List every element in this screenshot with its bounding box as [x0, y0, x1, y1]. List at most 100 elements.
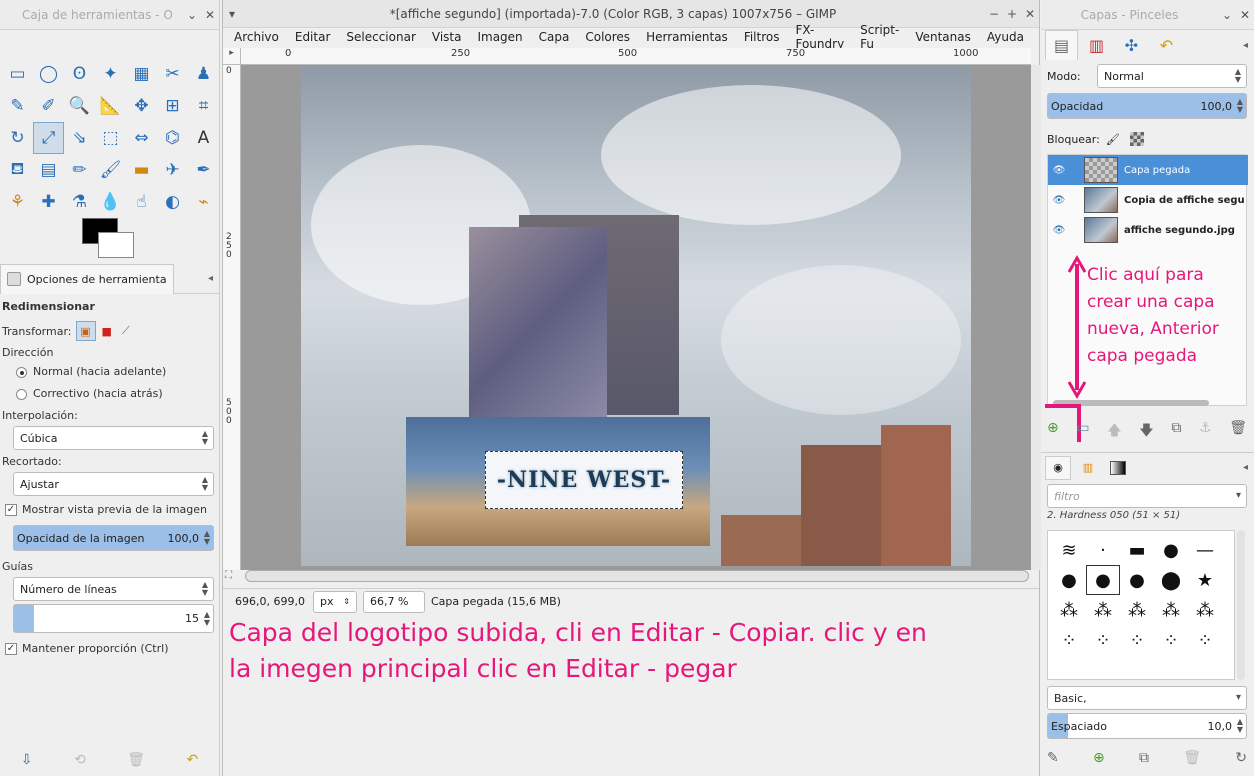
brush-preview[interactable]: ≋ — [1052, 535, 1086, 565]
brush-preview[interactable]: — — [1188, 535, 1222, 565]
duplicate-brush-icon[interactable]: ⧉ — [1139, 750, 1149, 766]
layer-row[interactable]: 👁 Copia de affiche segu — [1048, 185, 1248, 215]
visibility-eye-icon[interactable]: 👁 — [1048, 225, 1070, 236]
menu-ayuda[interactable]: Ayuda — [987, 30, 1024, 44]
preview-checkbox[interactable]: ✓ Mostrar vista previa de la imagen — [5, 503, 207, 516]
pencil-icon[interactable]: ✏ — [64, 154, 95, 186]
horizontal-scrollbar[interactable] — [245, 570, 1029, 582]
lock-pixels-icon[interactable]: 🖌 — [1106, 133, 1120, 146]
brush-preview[interactable]: ● — [1086, 565, 1120, 595]
measure-icon[interactable]: 📐 — [95, 90, 126, 122]
cage-icon[interactable]: ⌬ — [157, 122, 188, 154]
raise-layer-icon[interactable]: 🡅 — [1107, 420, 1121, 444]
rotate-icon[interactable]: ↻ — [2, 122, 33, 154]
scale-icon[interactable]: ⤢ — [33, 122, 64, 154]
dodge-burn-icon[interactable]: ◐ — [157, 186, 188, 218]
perspective-icon[interactable]: ⬚ — [95, 122, 126, 154]
menu-script-fu[interactable]: Script-Fu — [860, 23, 899, 51]
layer-row[interactable]: 👁 Capa pegada — [1048, 155, 1248, 185]
navigate-icon[interactable]: ⛶ — [225, 570, 232, 581]
delete-options-icon[interactable]: 🗑 — [127, 752, 145, 768]
layer-row[interactable]: 👁 affiche segundo.jpg — [1048, 215, 1248, 245]
keep-ratio-checkbox[interactable]: ✓ Mantener proporción (Ctrl) — [5, 642, 169, 655]
text-icon[interactable]: A — [188, 122, 219, 154]
menu-herramientas[interactable]: Herramientas — [646, 30, 728, 44]
brush-preview[interactable]: ⁂ — [1188, 595, 1222, 625]
tab-layers[interactable]: ▤ — [1045, 30, 1078, 60]
airbrush-icon[interactable]: ✈ — [157, 154, 188, 186]
brush-preview[interactable]: ● — [1120, 565, 1154, 595]
delete-brush-icon[interactable]: 🗑 — [1183, 750, 1201, 766]
brush-preview[interactable]: ⁂ — [1052, 595, 1086, 625]
brush-filter-input[interactable]: filtro ▾ — [1047, 484, 1247, 508]
new-brush-icon[interactable]: ⊕ — [1093, 750, 1105, 766]
vertical-ruler[interactable]: 0 250 500 — [223, 65, 241, 570]
brush-preview[interactable]: · — [1086, 535, 1120, 565]
tab-menu-icon[interactable]: ◂ — [1243, 40, 1248, 51]
interpolation-select[interactable]: Cúbica ▲ ▼ — [13, 426, 214, 450]
scissors-icon[interactable]: ✂ — [157, 58, 188, 90]
menu-capa[interactable]: Capa — [539, 30, 570, 44]
layer-opacity-slider[interactable]: Opacidad 100,0 ▲ ▼ — [1047, 93, 1247, 119]
close-icon[interactable]: ✕ — [1236, 8, 1254, 22]
warp-icon[interactable]: ⌁ — [188, 186, 219, 218]
brush-grid[interactable]: ≋ · ▬ ● — ● ● ● ⬤ ★ ⁂ ⁂ ⁂ ⁂ ⁂ ⁘ ⁘ ⁘ ⁘ ⁘ — [1047, 530, 1235, 680]
transform-layer-icon[interactable]: ▣ — [75, 321, 96, 341]
move-icon[interactable]: ✥ — [126, 90, 157, 122]
tab-gradients[interactable] — [1105, 456, 1131, 480]
menu-vista[interactable]: Vista — [432, 30, 462, 44]
shear-icon[interactable]: ⇘ — [64, 122, 95, 154]
tab-channels[interactable]: ▥ — [1080, 30, 1113, 60]
rect-select-icon[interactable]: ▭ — [2, 58, 33, 90]
blur-icon[interactable]: 💧 — [95, 186, 126, 218]
visibility-eye-icon[interactable]: 👁 — [1048, 165, 1070, 176]
delete-layer-icon[interactable]: 🗑 — [1229, 420, 1247, 444]
tab-menu-icon[interactable]: ◂ — [1243, 462, 1248, 473]
unit-select[interactable]: px ⇕ — [312, 590, 357, 613]
close-icon[interactable]: ✕ — [201, 8, 219, 22]
image-menu-icon[interactable]: ▸ — [223, 48, 241, 65]
smudge-icon[interactable]: ☝ — [126, 186, 157, 218]
zoom-icon[interactable]: 🔍 — [64, 90, 95, 122]
dock-menu-icon[interactable]: ⌄ — [1218, 8, 1236, 22]
menu-archivo[interactable]: Archivo — [234, 30, 279, 44]
canvas-area[interactable]: -NINE WEST- — [241, 65, 1031, 570]
reset-options-icon[interactable]: ↶ — [187, 752, 199, 768]
zoom-select[interactable]: 66,7 % — [362, 590, 425, 613]
menu-imagen[interactable]: Imagen — [477, 30, 522, 44]
menu-colores[interactable]: Colores — [585, 30, 630, 44]
direction-normal-radio[interactable]: Normal (hacia adelante) — [16, 365, 166, 378]
tab-patterns[interactable]: ▥ — [1075, 456, 1101, 480]
brush-preview[interactable]: ⁘ — [1188, 625, 1222, 655]
brush-preview[interactable]: ⁘ — [1120, 625, 1154, 655]
tab-menu-icon[interactable]: ◂ — [208, 273, 213, 284]
fuzzy-select-icon[interactable]: ✦ — [95, 58, 126, 90]
perspective-clone-icon[interactable]: ⚗ — [64, 186, 95, 218]
visibility-eye-icon[interactable]: 👁 — [1048, 195, 1070, 206]
guides-select[interactable]: Número de líneas ▲ ▼ — [13, 577, 214, 601]
edit-brush-icon[interactable]: ✎ — [1047, 750, 1059, 766]
horizontal-ruler[interactable]: 0 250 500 750 1000 — [241, 48, 1031, 65]
tab-undo[interactable]: ↶ — [1150, 30, 1183, 60]
ellipse-select-icon[interactable]: ◯ — [33, 58, 64, 90]
brush-scrollbar[interactable] — [1237, 530, 1245, 680]
brush-preview[interactable]: ⁘ — [1052, 625, 1086, 655]
image-canvas[interactable]: -NINE WEST- — [301, 65, 971, 566]
flip-icon[interactable]: ⇔ — [126, 122, 157, 154]
minimize-icon[interactable]: − — [985, 7, 1003, 21]
new-layer-icon[interactable]: ⊕ — [1047, 420, 1059, 444]
brush-preview[interactable]: ⁂ — [1086, 595, 1120, 625]
foreground-select-icon[interactable]: ♟ — [188, 58, 219, 90]
maximize-icon[interactable]: + — [1003, 7, 1021, 21]
image-opacity-slider[interactable]: Opacidad de la imagen 100,0 ▲ ▼ — [13, 525, 214, 551]
brush-preview[interactable]: ⁘ — [1154, 625, 1188, 655]
new-group-icon[interactable]: ▭ — [1076, 420, 1089, 444]
brush-preview[interactable]: ⁂ — [1154, 595, 1188, 625]
tab-brushes[interactable]: ◉ — [1045, 455, 1071, 480]
color-select-icon[interactable]: ▦ — [126, 58, 157, 90]
blend-icon[interactable]: ▤ — [33, 154, 64, 186]
ink-icon[interactable]: ✒ — [188, 154, 219, 186]
brush-preview[interactable]: ⬤ — [1154, 565, 1188, 595]
bucket-fill-icon[interactable]: ⛾ — [2, 154, 33, 186]
clone-icon[interactable]: ⚘ — [2, 186, 33, 218]
